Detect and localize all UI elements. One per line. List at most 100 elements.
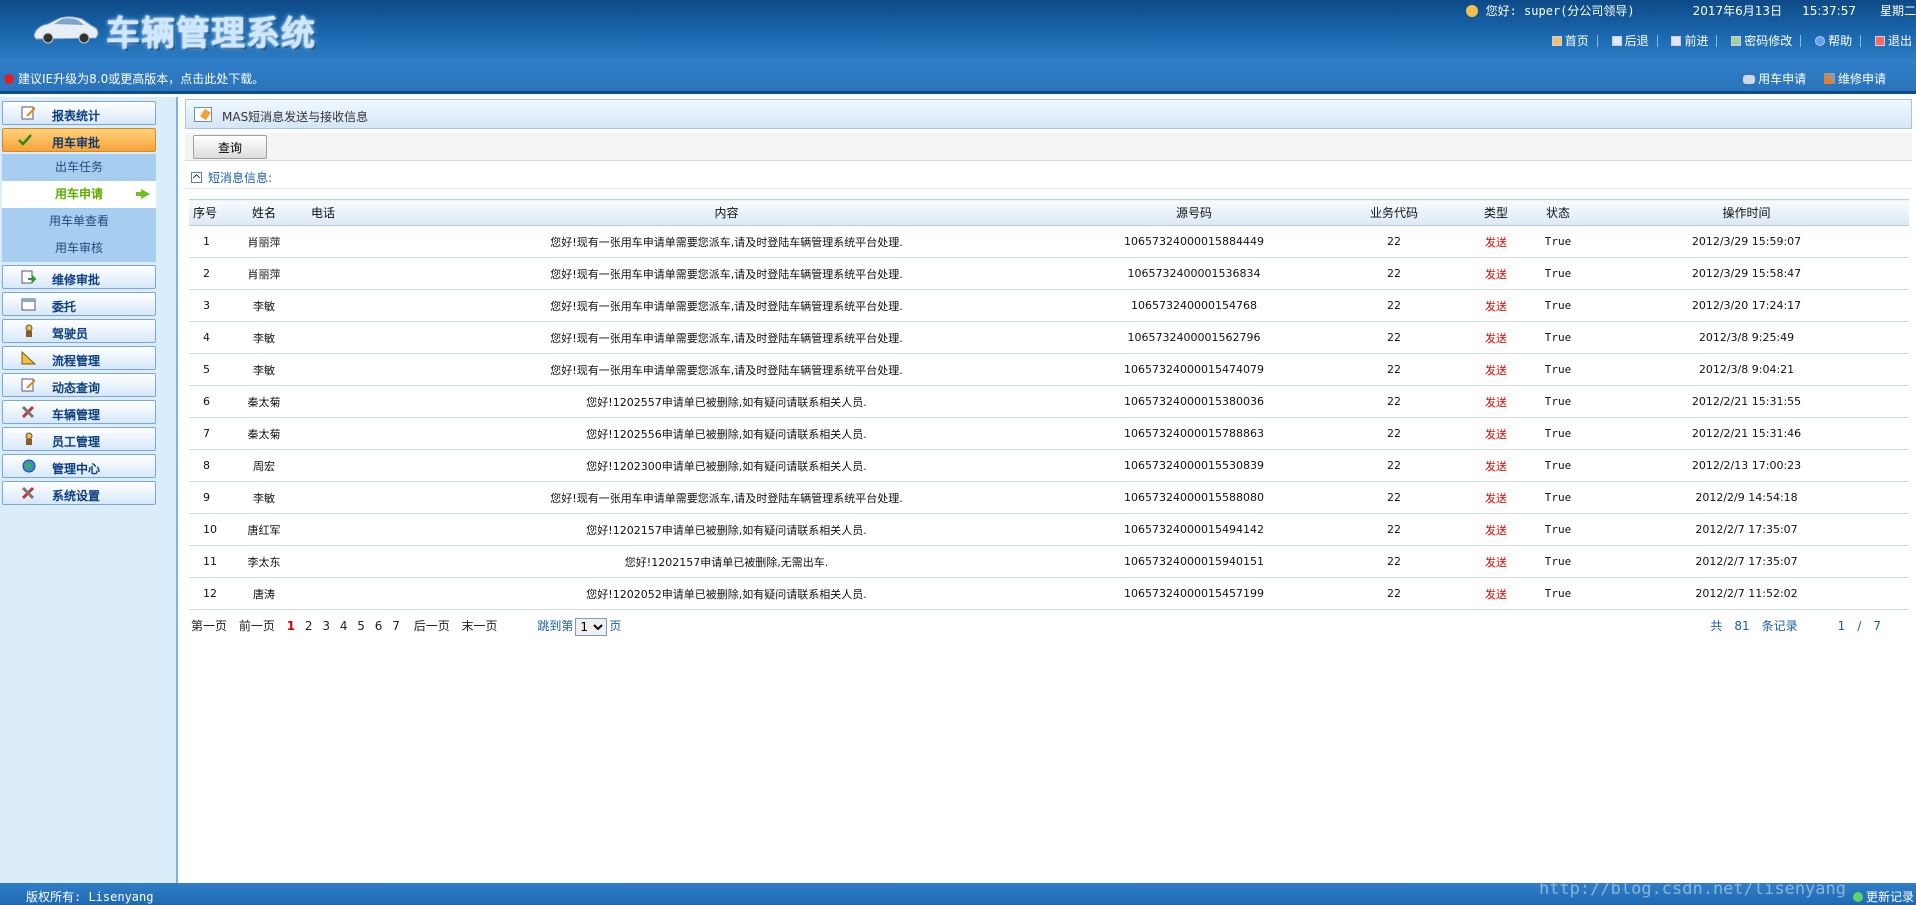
table-row[interactable]: 1 肖丽萍 您好!现有一张用车申请单需要您派车,请及时登陆车辆管理系统平台处理. 10… — [189, 225, 1909, 258]
cell-time: 2012/3/8 9:25:49 — [1584, 321, 1909, 354]
cell-time: 2012/3/20 17:24:17 — [1584, 289, 1909, 322]
page-link-3[interactable]: 3 — [322, 619, 330, 633]
cell-seq: 8 — [189, 449, 225, 482]
col-header-type[interactable]: 类型 — [1460, 199, 1532, 226]
page-link-7[interactable]: 7 — [392, 619, 400, 633]
sidebar-group-vehicle-management[interactable]: 车辆管理 — [2, 400, 156, 424]
cell-status: True — [1532, 545, 1584, 578]
sidebar-group-reports[interactable]: 报表统计 — [2, 101, 156, 125]
table-row[interactable]: 7 秦太菊 您好!1202556申请单已被删除,如有疑问请联系相关人员. 106573… — [189, 417, 1909, 450]
sidebar-group-vehicle-approval[interactable]: 用车审批 — [2, 128, 156, 152]
table-row[interactable]: 10 唐红军 您好!1202157申请单已被删除,如有疑问请联系相关人员. 10657… — [189, 513, 1909, 546]
cell-time: 2012/3/29 15:58:47 — [1584, 257, 1909, 290]
sidebar-group-workflow[interactable]: 流程管理 — [2, 346, 156, 370]
table-row[interactable]: 8 周宏 您好!1202300申请单已被删除,如有疑问请联系相关人员. 1065732… — [189, 449, 1909, 482]
table-row[interactable]: 3 李敏 您好!现有一张用车申请单需要您派车,请及时登陆车辆管理系统平台处理. 106… — [189, 289, 1909, 322]
col-header-status[interactable]: 状态 — [1532, 199, 1584, 226]
page-link-1[interactable]: 1 — [287, 619, 295, 633]
sidebar-group-repair-approval[interactable]: 维修审批 — [2, 265, 156, 289]
cell-phone — [303, 481, 393, 514]
table-row[interactable]: 9 李敏 您好!现有一张用车申请单需要您派车,请及时登陆车辆管理系统平台处理. 106… — [189, 481, 1909, 514]
cell-phone — [303, 225, 393, 258]
cell-code: 22 — [1328, 449, 1460, 482]
cell-code: 22 — [1328, 481, 1460, 514]
col-header-seq[interactable]: 序号 — [189, 199, 225, 226]
table-row[interactable]: 2 肖丽萍 您好!现有一张用车申请单需要您派车,请及时登陆车辆管理系统平台处理. 10… — [189, 257, 1909, 290]
cell-code: 22 — [1328, 417, 1460, 450]
page-select[interactable]: 1 — [575, 617, 608, 636]
cell-name: 李太东 — [225, 545, 303, 578]
page-link-2[interactable]: 2 — [305, 619, 313, 633]
cell-source: 10657324000015588080 — [1060, 481, 1328, 514]
cell-status: True — [1532, 385, 1584, 418]
col-header-name[interactable]: 姓名 — [225, 199, 303, 226]
sidebar-group-admin-center[interactable]: 管理中心 — [2, 454, 156, 478]
page-link-5[interactable]: 5 — [357, 619, 365, 633]
table-row[interactable]: 4 李敏 您好!现有一张用车申请单需要您派车,请及时登陆车辆管理系统平台处理. 106… — [189, 321, 1909, 354]
cell-seq: 1 — [189, 225, 225, 258]
update-log-link[interactable]: 更新记录 — [1852, 888, 1914, 905]
sidebar-group-drivers[interactable]: 驾驶员 — [2, 319, 156, 343]
back-link[interactable]: 后退 — [1608, 32, 1653, 49]
cell-name: 李敏 — [225, 481, 303, 514]
cell-time: 2012/3/8 9:04:21 — [1584, 353, 1909, 386]
collapse-icon[interactable] — [191, 172, 202, 183]
cell-content: 您好!现有一张用车申请单需要您派车,请及时登陆车辆管理系统平台处理. — [393, 481, 1060, 514]
sidebar-item-vehicle-request[interactable]: 用车申请 — [2, 181, 156, 208]
page-link-6[interactable]: 6 — [375, 619, 383, 633]
forward-icon — [1671, 36, 1682, 46]
col-header-content[interactable]: 内容 — [393, 199, 1060, 226]
prev-page-link[interactable]: 前一页 — [239, 617, 275, 634]
first-page-link[interactable]: 第一页 — [191, 617, 227, 634]
help-link[interactable]: 帮助 — [1811, 32, 1856, 49]
cell-source: 10657324000015788863 — [1060, 417, 1328, 450]
tools-icon — [1823, 73, 1835, 84]
cell-type: 发送 — [1460, 449, 1532, 482]
current-date: 2017年6月13日 — [1692, 4, 1783, 18]
page-link-4[interactable]: 4 — [340, 619, 348, 633]
cell-content: 您好!现有一张用车申请单需要您派车,请及时登陆车辆管理系统平台处理. — [393, 257, 1060, 290]
home-link[interactable]: 首页 — [1548, 32, 1593, 49]
forward-link[interactable]: 前进 — [1667, 32, 1712, 49]
last-page-link[interactable]: 末一页 — [462, 617, 498, 634]
cell-code: 22 — [1328, 545, 1460, 578]
col-header-time[interactable]: 操作时间 — [1584, 199, 1909, 226]
app-header: 车辆管理系统 您好: super(分公司领导) 2017年6月13日 15:37:5… — [0, 0, 1916, 60]
quick-repair-request-link[interactable]: 维修申请 — [1823, 72, 1886, 86]
query-button[interactable]: 查询 — [193, 135, 267, 159]
sidebar-item-request-view[interactable]: 用车单查看 — [2, 208, 156, 235]
sidebar-group-staff-management[interactable]: 员工管理 — [2, 427, 156, 451]
cell-type: 发送 — [1460, 353, 1532, 386]
col-header-source[interactable]: 源号码 — [1060, 199, 1328, 226]
sidebar-group-system-settings[interactable]: 系统设置 — [2, 481, 156, 505]
page-title: MAS短消息发送与接收信息 — [222, 110, 369, 124]
cell-seq: 3 — [189, 289, 225, 322]
cell-code: 22 — [1328, 353, 1460, 386]
table-row[interactable]: 5 李敏 您好!现有一张用车申请单需要您派车,请及时登陆车辆管理系统平台处理. 106… — [189, 353, 1909, 386]
next-page-link[interactable]: 后一页 — [414, 617, 450, 634]
col-header-phone[interactable]: 电话 — [303, 199, 393, 226]
section-toggle[interactable]: 短消息信息: — [191, 169, 272, 186]
col-header-code[interactable]: 业务代码 — [1328, 199, 1460, 226]
pager: 第一页 前一页 1 2 3 4 5 6 7 后一页 末一页 跳到第 1 页 — [191, 617, 621, 636]
sidebar-group-delegation[interactable]: 委托 — [2, 292, 156, 316]
cell-code: 22 — [1328, 289, 1460, 322]
cell-time: 2012/2/9 14:54:18 — [1584, 481, 1909, 514]
quick-vehicle-request-link[interactable]: 用车申请 — [1743, 72, 1806, 86]
sidebar-group-dynamic-query[interactable]: 动态查询 — [2, 373, 156, 397]
user-greeting: 您好: super(分公司领导) — [1485, 4, 1635, 18]
logout-link[interactable]: 退出 — [1871, 32, 1916, 49]
cell-content: 您好!1202300申请单已被删除,如有疑问请联系相关人员. — [393, 449, 1060, 482]
table-row[interactable]: 12 唐涛 您好!1202052申请单已被删除,如有疑问请联系相关人员. 106573… — [189, 577, 1909, 610]
cell-type: 发送 — [1460, 545, 1532, 578]
ie-upgrade-link[interactable]: 建议IE升级为8.0或更高版本，点击此处下载。 — [4, 70, 264, 87]
cell-name: 李敏 — [225, 321, 303, 354]
sidebar-item-dispatch-tasks[interactable]: 出车任务 — [2, 154, 156, 181]
cell-phone — [303, 321, 393, 354]
cell-seq: 5 — [189, 353, 225, 386]
table-row[interactable]: 6 秦太菊 您好!1202557申请单已被删除,如有疑问请联系相关人员. 106573… — [189, 385, 1909, 418]
cell-time: 2012/3/29 15:59:07 — [1584, 225, 1909, 258]
password-change-link[interactable]: 密码修改 — [1727, 32, 1796, 49]
table-row[interactable]: 11 李太东 您好!1202157申请单已被删除,无需出车. 106573240000… — [189, 545, 1909, 578]
sidebar-item-request-review[interactable]: 用车审核 — [2, 235, 156, 262]
